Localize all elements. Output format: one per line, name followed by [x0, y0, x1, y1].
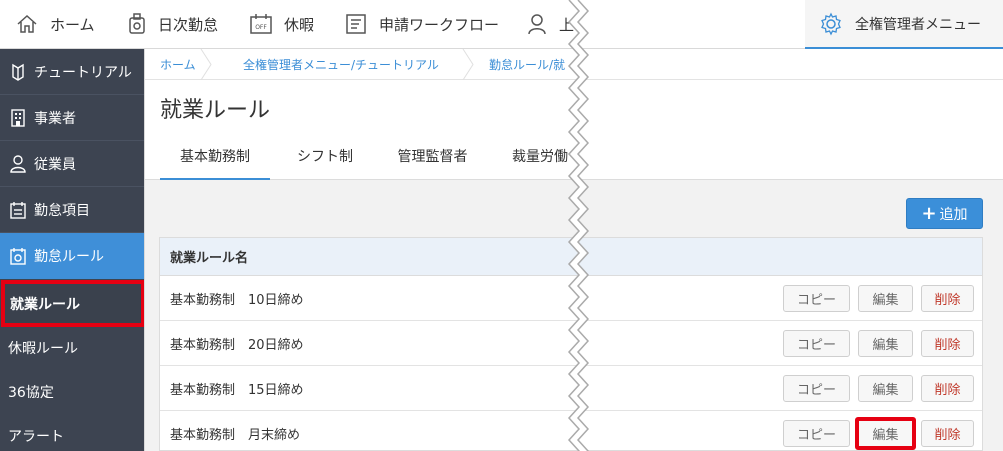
sidebar-item-label: 事業者: [34, 110, 76, 127]
copy-button[interactable]: コピー: [783, 420, 850, 447]
svg-text:OFF: OFF: [255, 24, 267, 31]
nav-admin-menu[interactable]: 全権管理者メニュー: [805, 0, 1003, 49]
sidebar-item-attendance-rules[interactable]: 勤怠ルール: [0, 233, 144, 279]
nav-home-label: ホーム: [50, 15, 95, 34]
sidebar-item-business[interactable]: 事業者: [0, 95, 144, 141]
sidebar-subitem-label: 36協定: [8, 384, 54, 401]
sidebar-item-tutorial[interactable]: チュートリアル: [0, 49, 144, 95]
sidebar-item-label: 勤怠項目: [34, 202, 90, 219]
breadcrumb-home[interactable]: ホーム: [160, 49, 196, 80]
delete-button[interactable]: 削除: [921, 285, 974, 312]
list-icon: [10, 201, 26, 219]
nav-leave[interactable]: OFF 休暇: [250, 0, 314, 48]
rule-name: 基本勤務制 20日締め: [170, 337, 304, 353]
timecard-icon: [129, 13, 145, 34]
rule-name: 基本勤務制 月末締め: [170, 427, 301, 443]
sidebar-item-label: チュートリアル: [34, 64, 132, 81]
sidebar-subitem-label: 就業ルール: [10, 296, 80, 313]
sidebar: チュートリアル 事業者 従業員 勤怠項目 勤怠ルール 就業ルール 休暇ルール 3…: [0, 49, 145, 451]
edit-button[interactable]: 編集: [858, 375, 913, 402]
top-navigation: ホーム 日次勤怠 OFF 休暇 申請ワークフロー 上 全権管理者メニュー: [0, 0, 1003, 49]
sidebar-subitem-label: 休暇ルール: [8, 340, 78, 357]
calendar-off-icon: OFF: [250, 14, 272, 34]
person-icon: [10, 154, 26, 173]
breadcrumb-separator-icon: [462, 49, 474, 80]
sidebar-subitem-alert[interactable]: アラート: [0, 413, 144, 451]
breadcrumb-separator-icon: [200, 49, 212, 80]
workflow-icon: [346, 14, 366, 34]
nav-home[interactable]: ホーム: [16, 0, 95, 48]
tab-standard-work[interactable]: 基本勤務制: [160, 146, 270, 180]
sidebar-subitem-label: アラート: [8, 428, 64, 445]
plus-icon: +: [921, 202, 937, 224]
nav-leave-label: 休暇: [284, 15, 315, 34]
home-icon: [17, 14, 37, 33]
sidebar-item-label: 従業員: [34, 156, 76, 173]
building-icon: [11, 108, 25, 127]
sidebar-item-label: 勤怠ルール: [34, 249, 104, 265]
sidebar-subitem-work-rules[interactable]: 就業ルール: [1, 280, 145, 327]
delete-button[interactable]: 削除: [921, 330, 974, 357]
edit-button[interactable]: 編集: [858, 285, 913, 312]
tutorial-icon: [12, 63, 24, 81]
rule-name: 基本勤務制 15日締め: [170, 382, 304, 398]
sidebar-subitem-leave-rules[interactable]: 休暇ルール: [0, 325, 144, 370]
breadcrumb-attendance-rules[interactable]: 勤怠ルール/就: [489, 49, 565, 80]
gear-icon: [821, 12, 841, 35]
edit-button[interactable]: 編集: [855, 417, 916, 450]
nav-admin-label: 全権管理者メニュー: [855, 16, 981, 33]
edit-button[interactable]: 編集: [858, 330, 913, 357]
add-button-label: 追加: [939, 206, 968, 223]
nav-workflow[interactable]: 申請ワークフロー: [345, 0, 499, 48]
tab-manager[interactable]: 管理監督者: [385, 146, 480, 180]
sidebar-item-attendance-items[interactable]: 勤怠項目: [0, 187, 144, 233]
copy-button[interactable]: コピー: [783, 285, 850, 312]
rule-name: 基本勤務制 10日締め: [170, 292, 304, 308]
tab-shift[interactable]: シフト制: [285, 146, 365, 180]
page-title: 就業ルール: [160, 98, 271, 123]
nav-daily-attendance[interactable]: 日次勤怠: [128, 0, 218, 48]
breadcrumb-admin-tutorial[interactable]: 全権管理者メニュー/チュートリアル: [243, 49, 439, 80]
copy-button[interactable]: コピー: [783, 375, 850, 402]
copy-button[interactable]: コピー: [783, 330, 850, 357]
zigzag-cut-divider: [567, 0, 590, 451]
sidebar-item-employee[interactable]: 従業員: [0, 141, 144, 187]
nav-workflow-label: 申請ワークフロー: [379, 15, 500, 34]
user-icon: [528, 14, 546, 35]
add-button[interactable]: + 追加: [906, 198, 983, 229]
delete-button[interactable]: 削除: [921, 420, 974, 447]
delete-button[interactable]: 削除: [921, 375, 974, 402]
calendar-rule-icon: [10, 248, 26, 265]
nav-daily-attendance-label: 日次勤怠: [158, 15, 219, 34]
sidebar-subitem-36-agreement[interactable]: 36協定: [0, 369, 144, 414]
